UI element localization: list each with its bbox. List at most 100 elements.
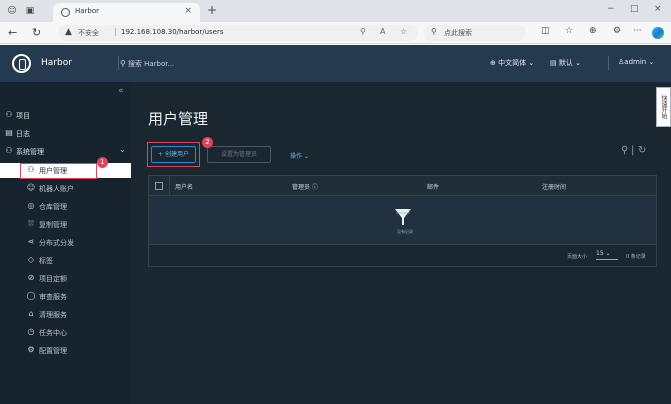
page-size-select[interactable]: 15 ⌄	[596, 250, 618, 260]
users-highlight-box	[20, 163, 97, 179]
security-label: 不安全	[78, 29, 99, 37]
warning-icon: ▲	[65, 27, 72, 37]
label-icon: ◇	[27, 255, 35, 264]
refresh-icon[interactable]: ↻	[638, 145, 646, 156]
sidebar-item-label: 分布式分发	[39, 239, 74, 247]
search-icon: ⚲	[120, 59, 126, 68]
browser-search-field[interactable]: ⚲ 点此搜索	[424, 25, 526, 41]
username: admin	[624, 58, 647, 66]
add-user-highlight-box	[147, 142, 200, 167]
language-label: 中文简体	[498, 59, 527, 67]
sidebar-item-label: 机器人账户	[39, 185, 74, 193]
admin-column-label: 管理员	[292, 184, 311, 191]
harbor-header: Harbor ⚲ 搜索 Harbor... ⊕ 中文简体 ⌄ ▤ 默认 ⌄ ♙ad…	[0, 45, 671, 82]
sidebar-item-labels[interactable]: ◇ 标签	[0, 253, 131, 268]
header-divider	[608, 56, 609, 70]
key-icon[interactable]: ⚲	[360, 27, 366, 36]
sidebar-item-robot-accounts[interactable]: ☺ 机器人账户	[0, 181, 131, 196]
chevron-down-icon: ⌄	[572, 59, 581, 67]
set-admin-button[interactable]: 设置为管理员	[207, 146, 271, 163]
sidebar-item-replications[interactable]: ⛆ 复制管理	[0, 217, 131, 232]
global-search-placeholder: 搜索 Harbor...	[127, 60, 175, 68]
trash-icon: ⌂	[28, 309, 34, 318]
clock-icon: ◷	[27, 327, 35, 336]
table-body: 没有记录	[149, 196, 656, 244]
app-name[interactable]: Harbor	[41, 58, 72, 68]
browser-tab-bar: ☺ ▣ Harbor × + − □ ×	[0, 0, 671, 22]
close-window-icon[interactable]: ×	[654, 4, 662, 14]
quick-start-tab[interactable]: 快速开始	[656, 87, 671, 127]
harbor-logo-icon[interactable]	[12, 54, 31, 73]
read-aloud-icon[interactable]: A	[380, 27, 385, 36]
maximize-icon[interactable]: □	[630, 4, 639, 14]
extensions-icon[interactable]: ⚙	[613, 26, 621, 36]
sidebar-item-logs[interactable]: ▤ 日志	[0, 126, 131, 141]
step-badge-2: 2	[202, 137, 213, 148]
sidebar-item-clean-up[interactable]: ⌂ 清理服务	[0, 307, 131, 322]
refresh-icon[interactable]: ↻	[32, 26, 41, 39]
actions-label: 操作	[290, 153, 303, 160]
edge-copilot-icon[interactable]	[652, 27, 664, 39]
language-selector[interactable]: ⊕ 中文简体 ⌄	[490, 58, 534, 68]
url-separator: |	[114, 27, 117, 36]
sidebar-item-label: 清理服务	[39, 311, 67, 319]
sidebar: « ⚇ 项目 ▤ 日志 ⚇ 系统管理 ⌄ ⚇ 用户管理 ☺ 机器人账户 ◎ 仓库…	[0, 82, 131, 404]
minimize-icon[interactable]: −	[607, 4, 615, 14]
more-icon[interactable]: ···	[633, 26, 642, 36]
shield-icon: ◯	[26, 291, 36, 300]
profile-icon[interactable]: ☺	[6, 5, 18, 17]
sidebar-item-distributions[interactable]: ⋖ 分布式分发	[0, 235, 131, 250]
theme-label: 默认	[558, 59, 573, 67]
close-tab-icon[interactable]: ×	[184, 6, 192, 16]
robot-icon: ☺	[26, 183, 36, 192]
url-field[interactable]: ▲ 不安全 | 192.168.108.30/harbor/users ⚲ A …	[58, 25, 418, 41]
sidebar-item-project-quotas[interactable]: ⊘ 项目定额	[0, 271, 131, 286]
globe-icon: ⊕	[490, 59, 499, 67]
split-screen-icon[interactable]: ◫	[541, 26, 550, 36]
column-separator	[169, 176, 170, 196]
chevron-down-icon: ⌄	[603, 250, 611, 257]
info-icon[interactable]: ⓘ	[310, 184, 318, 191]
favorites-icon[interactable]: ☆	[565, 26, 573, 36]
projects-icon: ⚇	[5, 110, 13, 119]
sidebar-item-label: 项目	[16, 112, 30, 120]
actions-menu[interactable]: 操作 ⌄	[290, 151, 309, 160]
column-header[interactable]: 邮件	[427, 182, 439, 191]
global-search[interactable]: ⚲ 搜索 Harbor...	[120, 59, 174, 69]
theme-icon: ▤	[550, 59, 559, 67]
header-divider	[118, 56, 119, 70]
new-tab-button[interactable]: +	[207, 3, 217, 17]
sidebar-item-projects[interactable]: ⚇ 项目	[0, 108, 131, 123]
collections-icon[interactable]: ⊕	[589, 26, 597, 36]
address-bar: ← ↻ ▲ 不安全 | 192.168.108.30/harbor/users …	[0, 22, 671, 44]
distribution-icon: ⋖	[27, 237, 35, 246]
registry-icon: ◎	[27, 201, 35, 210]
sidebar-item-interrogation-services[interactable]: ◯ 审查服务	[0, 289, 131, 304]
page-size-value: 15	[596, 250, 604, 257]
theme-selector[interactable]: ▤ 默认 ⌄	[550, 58, 581, 68]
browser-search-placeholder: 点此搜索	[444, 29, 472, 37]
tab-actions-icon[interactable]: ▣	[24, 5, 36, 17]
sidebar-item-label: 系统管理	[16, 148, 44, 156]
sidebar-item-job-service[interactable]: ◷ 任务中心	[0, 325, 131, 340]
column-header[interactable]: 用户名	[175, 182, 193, 191]
favorite-star-icon[interactable]: ☆	[400, 27, 407, 36]
column-header[interactable]: 注册时间	[542, 182, 566, 191]
sidebar-item-registries[interactable]: ◎ 仓库管理	[0, 199, 131, 214]
collapse-sidebar-icon[interactable]: «	[118, 86, 124, 96]
page-size-label: 页面大小	[567, 254, 588, 260]
record-count: 0 条记录	[626, 254, 646, 260]
back-icon[interactable]: ←	[8, 26, 17, 39]
user-menu[interactable]: ♙admin ⌄	[618, 58, 654, 66]
tab-title: Harbor	[75, 7, 100, 15]
page-title: 用户管理	[148, 110, 209, 128]
sidebar-item-configuration[interactable]: ⚙ 配置管理	[0, 343, 131, 358]
sidebar-item-administration[interactable]: ⚇ 系统管理 ⌄	[0, 144, 131, 159]
sidebar-item-label: 项目定额	[39, 275, 67, 283]
browser-tab[interactable]: Harbor ×	[53, 3, 200, 22]
search-icon[interactable]: ⚲	[621, 145, 628, 156]
chevron-down-icon: ⌄	[526, 59, 535, 67]
sidebar-item-label: 审查服务	[39, 293, 67, 301]
select-all-checkbox[interactable]	[155, 182, 163, 190]
column-header[interactable]: 管理员 ⓘ	[292, 182, 318, 191]
